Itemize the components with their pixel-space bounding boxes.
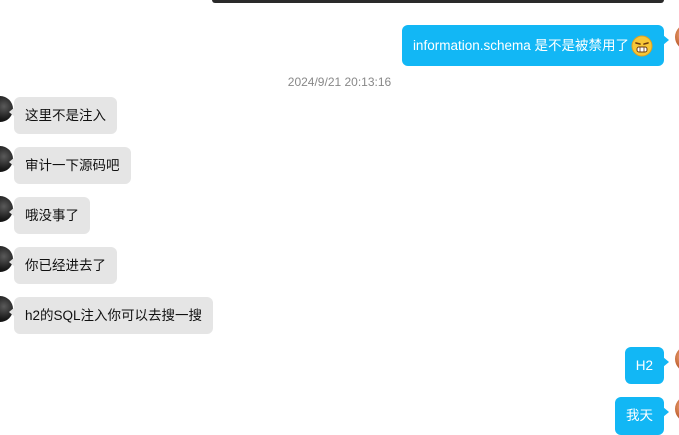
my-avatar[interactable] bbox=[675, 396, 679, 422]
grimace-emoji-icon bbox=[631, 35, 653, 56]
previous-media-message[interactable] bbox=[212, 0, 664, 3]
my-avatar[interactable] bbox=[675, 346, 679, 372]
message-text: 审计一下源码吧 bbox=[25, 157, 120, 173]
message-timestamp: 2024/9/21 20:13:16 bbox=[287, 75, 392, 89]
message-bubble-incoming[interactable]: 你已经进去了 bbox=[9, 247, 117, 284]
message-text: H2 bbox=[635, 357, 653, 373]
message-bubble-outgoing[interactable]: 我天 bbox=[615, 397, 669, 435]
message-text: h2的SQL注入你可以去搜一搜 bbox=[25, 307, 203, 323]
message-text: 哦没事了 bbox=[25, 207, 79, 223]
message-bubble-incoming[interactable]: h2的SQL注入你可以去搜一搜 bbox=[8, 297, 214, 334]
message-text: 你已经进去了 bbox=[25, 257, 106, 273]
message-text: 我天 bbox=[626, 408, 653, 423]
message-bubble-incoming[interactable]: 哦没事了 bbox=[9, 197, 90, 234]
message-bubble-incoming[interactable]: 审计一下源码吧 bbox=[9, 147, 131, 184]
message-bubble-outgoing[interactable]: H2 bbox=[624, 347, 670, 384]
chat-window: information.schema 是不是被禁用了 2024/9/21 20:… bbox=[0, 0, 679, 435]
my-avatar[interactable] bbox=[675, 24, 679, 50]
message-bubble-incoming[interactable]: 这里不是注入 bbox=[9, 97, 117, 134]
message-text: information.schema 是不是被禁用了 bbox=[412, 37, 629, 53]
message-text: 这里不是注入 bbox=[25, 107, 106, 123]
message-bubble-outgoing[interactable]: information.schema 是不是被禁用了 bbox=[401, 25, 670, 66]
